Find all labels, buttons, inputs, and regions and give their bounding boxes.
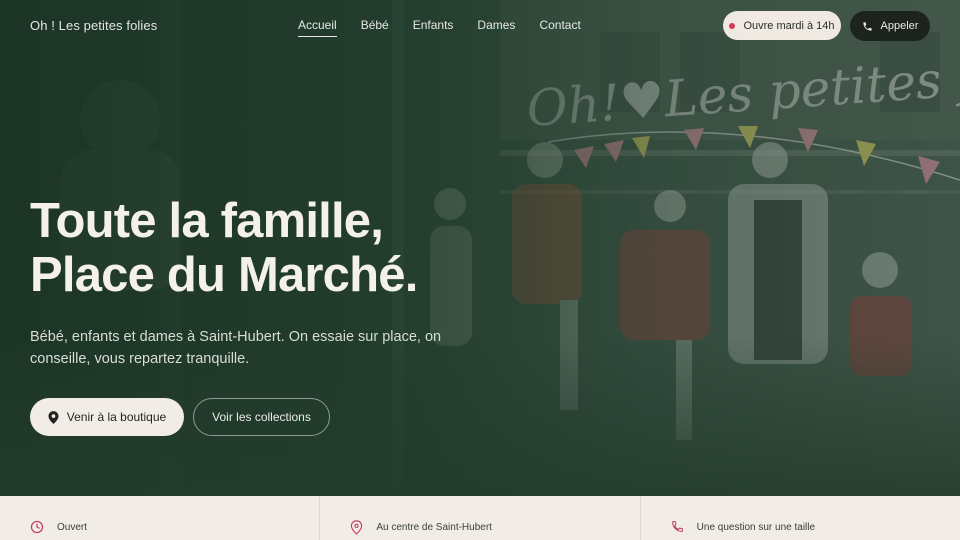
nav-item-dames[interactable]: Dames bbox=[477, 18, 515, 37]
brand-logo[interactable]: Oh ! Les petites folies bbox=[30, 18, 157, 33]
info-location-label: Au centre de Saint-Hubert bbox=[376, 522, 492, 533]
map-pin-icon bbox=[48, 410, 59, 424]
visit-store-button[interactable]: Venir à la boutique bbox=[30, 398, 184, 436]
main-nav: Accueil Bébé Enfants Dames Contact bbox=[298, 18, 581, 37]
opening-status-badge: Ouvre mardi à 14h bbox=[723, 11, 841, 40]
info-hours-label: Ouvert bbox=[57, 522, 88, 533]
nav-item-accueil[interactable]: Accueil bbox=[298, 18, 337, 37]
nav-item-bebe[interactable]: Bébé bbox=[361, 18, 389, 37]
see-collections-button[interactable]: Voir les collections bbox=[193, 398, 330, 436]
info-question-label: Une question sur une taille bbox=[696, 522, 816, 533]
nav-item-enfants[interactable]: Enfants bbox=[413, 18, 454, 37]
opening-status-label: Ouvre mardi à 14h bbox=[743, 19, 835, 32]
info-item-question: Une question sur une taille bbox=[641, 496, 960, 540]
hero-headline-line2: Place du Marché. bbox=[30, 248, 418, 302]
visit-store-label: Venir à la boutique bbox=[66, 410, 167, 424]
nav-item-contact[interactable]: Contact bbox=[539, 18, 580, 37]
phone-icon bbox=[671, 521, 683, 532]
hero-headline-line1: Toute la famille, bbox=[30, 194, 384, 248]
clock-icon bbox=[30, 520, 44, 534]
call-button[interactable]: Appeler bbox=[850, 11, 930, 41]
phone-icon bbox=[862, 21, 872, 31]
hero-lead-text: Bébé, enfants et dames à Saint-Hubert. O… bbox=[30, 329, 442, 367]
call-button-label: Appeler bbox=[880, 20, 919, 32]
info-bar: Ouvert Au centre de Saint-Hubert Une que… bbox=[0, 496, 960, 540]
status-dot-icon bbox=[729, 22, 736, 29]
hero-section: Oh!♥Les petites folies bbox=[0, 0, 960, 496]
info-item-location: Au centre de Saint-Hubert bbox=[320, 496, 641, 540]
hero-headline: Toute la famille, Place du Marché. bbox=[30, 194, 550, 302]
info-item-hours: Ouvert bbox=[0, 496, 321, 540]
map-pin-icon bbox=[351, 520, 363, 535]
